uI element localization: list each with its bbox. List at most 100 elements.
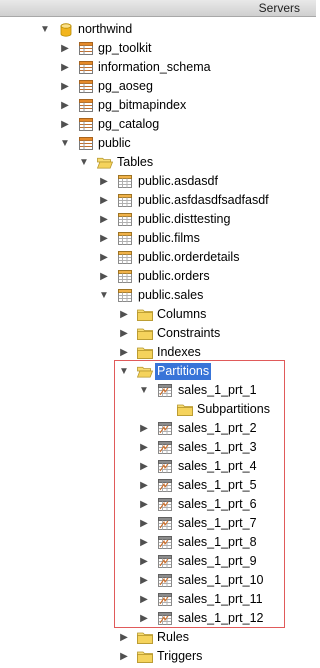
tree-node[interactable]: ▶ sales_1_prt_6 (0, 495, 316, 514)
expanded-arrow-icon[interactable]: ▼ (59, 134, 71, 153)
collapsed-arrow-icon[interactable]: ▶ (138, 533, 150, 552)
tree-node[interactable]: ▼ public.sales (0, 286, 316, 305)
tree-node[interactable]: ▶ Indexes (0, 343, 316, 362)
tree-node[interactable]: ▶ sales_1_prt_3 (0, 438, 316, 457)
tree-node-label: Columns (157, 307, 207, 321)
tree-node[interactable]: ▶ pg_aoseg (0, 77, 316, 96)
tree-node[interactable]: ▶ sales_1_prt_10 (0, 571, 316, 590)
table-icon (117, 288, 133, 303)
tree-node[interactable]: ▶ sales_1_prt_4 (0, 457, 316, 476)
tree-node[interactable]: ▶ sales_1_prt_9 (0, 552, 316, 571)
collapsed-arrow-icon[interactable]: ▶ (118, 628, 130, 647)
tree-node-label: sales_1_prt_1 (178, 383, 257, 397)
schema-icon (78, 98, 94, 113)
schema-icon (78, 60, 94, 75)
tree-node[interactable]: ▼ public (0, 134, 316, 153)
tree-node[interactable]: ▶ public.films (0, 229, 316, 248)
tree-node-label: public (98, 136, 131, 150)
tree-node-label: information_schema (98, 60, 211, 74)
tree-node[interactable]: ▶ public.disttesting (0, 210, 316, 229)
tree-node[interactable]: ▶ sales_1_prt_5 (0, 476, 316, 495)
tree-node[interactable]: ▶ Rules (0, 628, 316, 647)
tree-node-label: Rules (157, 630, 189, 644)
collapsed-arrow-icon[interactable]: ▶ (138, 514, 150, 533)
tree-node[interactable]: ▶ public.asfdasdfsadfasdf (0, 191, 316, 210)
tree-node[interactable]: ▶ sales_1_prt_7 (0, 514, 316, 533)
collapsed-arrow-icon[interactable]: ▶ (138, 590, 150, 609)
tree-node-label: Triggers (157, 649, 203, 663)
collapsed-arrow-icon[interactable]: ▶ (138, 438, 150, 457)
partition-icon (157, 573, 173, 588)
collapsed-arrow-icon[interactable]: ▶ (98, 248, 110, 267)
collapsed-arrow-icon[interactable]: ▶ (138, 495, 150, 514)
collapsed-arrow-icon[interactable]: ▶ (98, 172, 110, 191)
panel-title: Servers (258, 1, 300, 15)
tree-node-label: sales_1_prt_7 (178, 516, 257, 530)
collapsed-arrow-icon[interactable]: ▶ (138, 552, 150, 571)
tree-node-label: public.disttesting (138, 212, 231, 226)
tree-node[interactable]: ▶ public.orderdetails (0, 248, 316, 267)
tree-node[interactable]: ▶ sales_1_prt_12 (0, 609, 316, 628)
tree-node[interactable]: ▶ Columns (0, 305, 316, 324)
tree-node-label: Subpartitions (197, 402, 270, 416)
tree-node[interactable]: ▶ sales_1_prt_2 (0, 419, 316, 438)
expanded-arrow-icon[interactable]: ▼ (118, 362, 130, 381)
folder-icon (177, 402, 193, 417)
tree-node[interactable]: ▶ pg_bitmapindex (0, 96, 316, 115)
tree-node-label: public.orders (138, 269, 210, 283)
folder-icon (137, 630, 153, 645)
tree-node[interactable]: ▶ gp_toolkit (0, 39, 316, 58)
expanded-arrow-icon[interactable]: ▼ (39, 20, 51, 39)
expanded-arrow-icon[interactable]: ▼ (78, 153, 90, 172)
table-icon (117, 269, 133, 284)
collapsed-arrow-icon[interactable]: ▶ (98, 267, 110, 286)
collapsed-arrow-icon[interactable]: ▶ (138, 609, 150, 628)
expanded-arrow-icon[interactable]: ▼ (138, 381, 150, 400)
tree-node[interactable]: ▶ sales_1_prt_11 (0, 590, 316, 609)
schema-icon (78, 41, 94, 56)
tree-node[interactable]: ▼ sales_1_prt_1 (0, 381, 316, 400)
tree-node[interactable]: ▶ public.orders (0, 267, 316, 286)
collapsed-arrow-icon[interactable]: ▶ (98, 210, 110, 229)
collapsed-arrow-icon[interactable]: ▶ (138, 457, 150, 476)
collapsed-arrow-icon[interactable]: ▶ (138, 476, 150, 495)
tree-node[interactable]: Subpartitions (0, 400, 316, 419)
tree-node[interactable]: ▶ information_schema (0, 58, 316, 77)
tree-node-label: Tables (117, 155, 154, 169)
collapsed-arrow-icon[interactable]: ▶ (138, 419, 150, 438)
expanded-arrow-icon[interactable]: ▼ (98, 286, 110, 305)
tree-node-label: sales_1_prt_3 (178, 440, 257, 454)
collapsed-arrow-icon[interactable]: ▶ (59, 39, 71, 58)
collapsed-arrow-icon[interactable]: ▶ (98, 191, 110, 210)
collapsed-arrow-icon[interactable]: ▶ (59, 58, 71, 77)
tree-node[interactable]: ▶ sales_1_prt_8 (0, 533, 316, 552)
collapsed-arrow-icon[interactable]: ▶ (59, 96, 71, 115)
folder-icon (137, 345, 153, 360)
collapsed-arrow-icon[interactable]: ▶ (98, 229, 110, 248)
tree-node-label: sales_1_prt_12 (178, 611, 264, 625)
collapsed-arrow-icon[interactable]: ▶ (118, 343, 130, 362)
tree-node[interactable]: ▶ Triggers (0, 647, 316, 666)
collapsed-arrow-icon[interactable]: ▶ (118, 324, 130, 343)
collapsed-arrow-icon[interactable]: ▶ (118, 647, 130, 666)
collapsed-arrow-icon[interactable]: ▶ (138, 571, 150, 590)
tree-node[interactable]: ▶ Constraints (0, 324, 316, 343)
tree-node[interactable]: ▼ Tables (0, 153, 316, 172)
collapsed-arrow-icon[interactable]: ▶ (59, 115, 71, 134)
tree-node-label: Indexes (157, 345, 201, 359)
table-icon (117, 174, 133, 189)
tree-node-label: Partitions (155, 363, 212, 380)
tree-node-label: sales_1_prt_9 (178, 554, 257, 568)
tree-node-label: pg_bitmapindex (98, 98, 187, 112)
tree-node[interactable]: ▶ pg_catalog (0, 115, 316, 134)
table-icon (117, 212, 133, 227)
tree-node[interactable]: ▼ Partitions (0, 362, 316, 381)
folder-icon (137, 649, 153, 664)
partition-icon (157, 478, 173, 493)
tree-node[interactable]: ▼ northwind (0, 20, 316, 39)
collapsed-arrow-icon[interactable]: ▶ (118, 305, 130, 324)
collapsed-arrow-icon[interactable]: ▶ (59, 77, 71, 96)
tree-node[interactable]: ▶ public.asdasdf (0, 172, 316, 191)
partition-icon (157, 383, 173, 398)
tree-node-label: public.sales (138, 288, 204, 302)
